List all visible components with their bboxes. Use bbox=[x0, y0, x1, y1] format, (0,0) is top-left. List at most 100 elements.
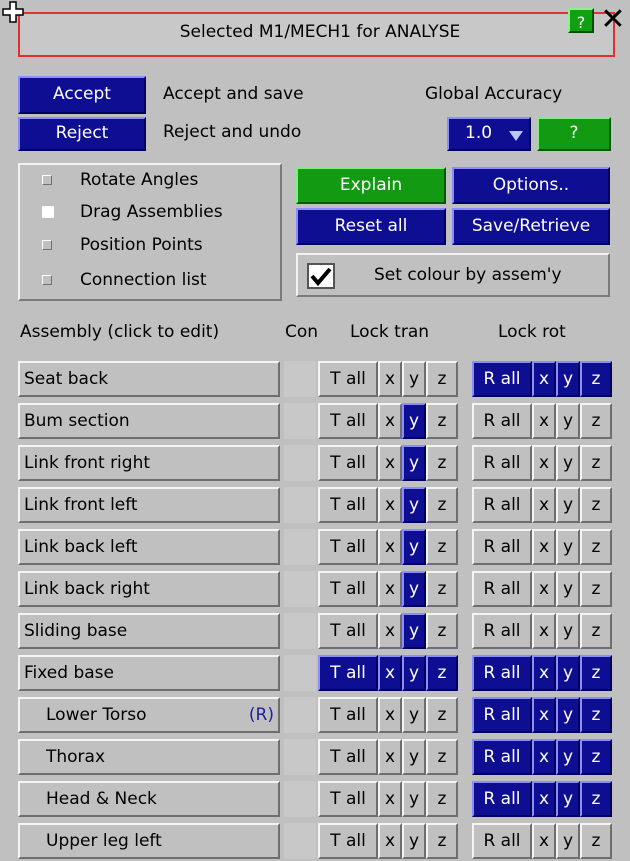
lock-tran-z-toggle[interactable]: z bbox=[426, 571, 458, 607]
lock-rot-z-toggle[interactable]: z bbox=[580, 697, 612, 733]
assembly-row-button[interactable]: Head & Neck bbox=[18, 781, 280, 817]
lock-rot-r-all-toggle[interactable]: R all bbox=[472, 697, 532, 733]
assembly-row-button[interactable]: Link front left bbox=[18, 487, 280, 523]
lock-tran-t-all-toggle[interactable]: T all bbox=[318, 529, 378, 565]
lock-tran-x-toggle[interactable]: x bbox=[378, 697, 402, 733]
lock-tran-x-toggle[interactable]: x bbox=[378, 361, 402, 397]
lock-tran-y-toggle[interactable]: y bbox=[402, 823, 426, 859]
connection-cell[interactable] bbox=[284, 445, 316, 481]
lock-tran-t-all-toggle[interactable]: T all bbox=[318, 571, 378, 607]
assembly-row-button[interactable]: Link back left bbox=[18, 529, 280, 565]
lock-rot-x-toggle[interactable]: x bbox=[532, 487, 556, 523]
assembly-row-button[interactable]: Sliding base bbox=[18, 613, 280, 649]
lock-rot-x-toggle[interactable]: x bbox=[532, 361, 556, 397]
option-rotate-angles[interactable]: Rotate Angles bbox=[42, 170, 198, 190]
lock-rot-r-all-toggle[interactable]: R all bbox=[472, 403, 532, 439]
lock-rot-y-toggle[interactable]: y bbox=[556, 361, 580, 397]
lock-rot-x-toggle[interactable]: x bbox=[532, 571, 556, 607]
assembly-row-button[interactable]: Thorax bbox=[18, 739, 280, 775]
lock-tran-z-toggle[interactable]: z bbox=[426, 361, 458, 397]
lock-tran-x-toggle[interactable]: x bbox=[378, 823, 402, 859]
lock-rot-z-toggle[interactable]: z bbox=[580, 361, 612, 397]
option-checkbox[interactable] bbox=[42, 275, 52, 285]
help-button[interactable]: ? bbox=[568, 8, 594, 33]
accuracy-help-button[interactable]: ? bbox=[537, 117, 611, 151]
option-checkbox[interactable] bbox=[42, 175, 52, 185]
lock-tran-y-toggle[interactable]: y bbox=[402, 697, 426, 733]
lock-rot-z-toggle[interactable]: z bbox=[580, 529, 612, 565]
option-checkbox[interactable] bbox=[42, 206, 54, 218]
lock-tran-t-all-toggle[interactable]: T all bbox=[318, 823, 378, 859]
option-checkbox[interactable] bbox=[42, 240, 52, 250]
lock-rot-r-all-toggle[interactable]: R all bbox=[472, 361, 532, 397]
lock-tran-t-all-toggle[interactable]: T all bbox=[318, 403, 378, 439]
lock-rot-z-toggle[interactable]: z bbox=[580, 823, 612, 859]
lock-tran-z-toggle[interactable]: z bbox=[426, 403, 458, 439]
lock-tran-t-all-toggle[interactable]: T all bbox=[318, 361, 378, 397]
reject-button[interactable]: Reject bbox=[18, 117, 146, 151]
lock-tran-z-toggle[interactable]: z bbox=[426, 487, 458, 523]
lock-rot-x-toggle[interactable]: x bbox=[532, 781, 556, 817]
lock-rot-z-toggle[interactable]: z bbox=[580, 781, 612, 817]
option-position-points[interactable]: Position Points bbox=[42, 235, 203, 255]
lock-tran-x-toggle[interactable]: x bbox=[378, 739, 402, 775]
lock-rot-y-toggle[interactable]: y bbox=[556, 823, 580, 859]
connection-cell[interactable] bbox=[284, 781, 316, 817]
assembly-row-button[interactable]: Lower Torso (R) bbox=[18, 697, 280, 733]
lock-tran-y-toggle[interactable]: y bbox=[402, 529, 426, 565]
connection-cell[interactable] bbox=[284, 697, 316, 733]
connection-cell[interactable] bbox=[284, 529, 316, 565]
lock-tran-x-toggle[interactable]: x bbox=[378, 571, 402, 607]
lock-rot-r-all-toggle[interactable]: R all bbox=[472, 655, 532, 691]
lock-tran-t-all-toggle[interactable]: T all bbox=[318, 655, 378, 691]
lock-tran-y-toggle[interactable]: y bbox=[402, 487, 426, 523]
lock-rot-z-toggle[interactable]: z bbox=[580, 571, 612, 607]
lock-rot-x-toggle[interactable]: x bbox=[532, 529, 556, 565]
lock-rot-x-toggle[interactable]: x bbox=[532, 613, 556, 649]
lock-rot-z-toggle[interactable]: z bbox=[580, 739, 612, 775]
lock-rot-r-all-toggle[interactable]: R all bbox=[472, 487, 532, 523]
lock-rot-r-all-toggle[interactable]: R all bbox=[472, 445, 532, 481]
lock-rot-r-all-toggle[interactable]: R all bbox=[472, 739, 532, 775]
set-colour-checkbox[interactable] bbox=[307, 263, 335, 289]
connection-cell[interactable] bbox=[284, 361, 316, 397]
option-drag-assemblies[interactable]: Drag Assemblies bbox=[42, 202, 223, 222]
lock-tran-x-toggle[interactable]: x bbox=[378, 487, 402, 523]
connection-cell[interactable] bbox=[284, 487, 316, 523]
lock-tran-x-toggle[interactable]: x bbox=[378, 529, 402, 565]
lock-rot-r-all-toggle[interactable]: R all bbox=[472, 823, 532, 859]
lock-tran-t-all-toggle[interactable]: T all bbox=[318, 781, 378, 817]
lock-tran-x-toggle[interactable]: x bbox=[378, 403, 402, 439]
lock-tran-y-toggle[interactable]: y bbox=[402, 445, 426, 481]
lock-rot-z-toggle[interactable]: z bbox=[580, 445, 612, 481]
lock-tran-x-toggle[interactable]: x bbox=[378, 613, 402, 649]
lock-rot-z-toggle[interactable]: z bbox=[580, 487, 612, 523]
reset-all-button[interactable]: Reset all bbox=[296, 208, 446, 245]
assembly-row-button[interactable]: Link back right bbox=[18, 571, 280, 607]
lock-tran-t-all-toggle[interactable]: T all bbox=[318, 445, 378, 481]
lock-tran-t-all-toggle[interactable]: T all bbox=[318, 739, 378, 775]
save-retrieve-button[interactable]: Save/Retrieve bbox=[452, 208, 610, 245]
lock-rot-x-toggle[interactable]: x bbox=[532, 655, 556, 691]
lock-tran-x-toggle[interactable]: x bbox=[378, 445, 402, 481]
lock-tran-z-toggle[interactable]: z bbox=[426, 445, 458, 481]
lock-rot-r-all-toggle[interactable]: R all bbox=[472, 613, 532, 649]
lock-rot-x-toggle[interactable]: x bbox=[532, 445, 556, 481]
lock-tran-t-all-toggle[interactable]: T all bbox=[318, 697, 378, 733]
connection-cell[interactable] bbox=[284, 571, 316, 607]
lock-tran-z-toggle[interactable]: z bbox=[426, 529, 458, 565]
connection-cell[interactable] bbox=[284, 655, 316, 691]
lock-rot-r-all-toggle[interactable]: R all bbox=[472, 571, 532, 607]
lock-rot-y-toggle[interactable]: y bbox=[556, 571, 580, 607]
connection-cell[interactable] bbox=[284, 739, 316, 775]
lock-tran-y-toggle[interactable]: y bbox=[402, 655, 426, 691]
assembly-row-button[interactable]: Bum section bbox=[18, 403, 280, 439]
lock-rot-y-toggle[interactable]: y bbox=[556, 739, 580, 775]
lock-tran-x-toggle[interactable]: x bbox=[378, 655, 402, 691]
lock-rot-x-toggle[interactable]: x bbox=[532, 697, 556, 733]
lock-rot-y-toggle[interactable]: y bbox=[556, 781, 580, 817]
lock-tran-z-toggle[interactable]: z bbox=[426, 697, 458, 733]
lock-tran-y-toggle[interactable]: y bbox=[402, 613, 426, 649]
lock-rot-z-toggle[interactable]: z bbox=[580, 403, 612, 439]
lock-tran-z-toggle[interactable]: z bbox=[426, 613, 458, 649]
